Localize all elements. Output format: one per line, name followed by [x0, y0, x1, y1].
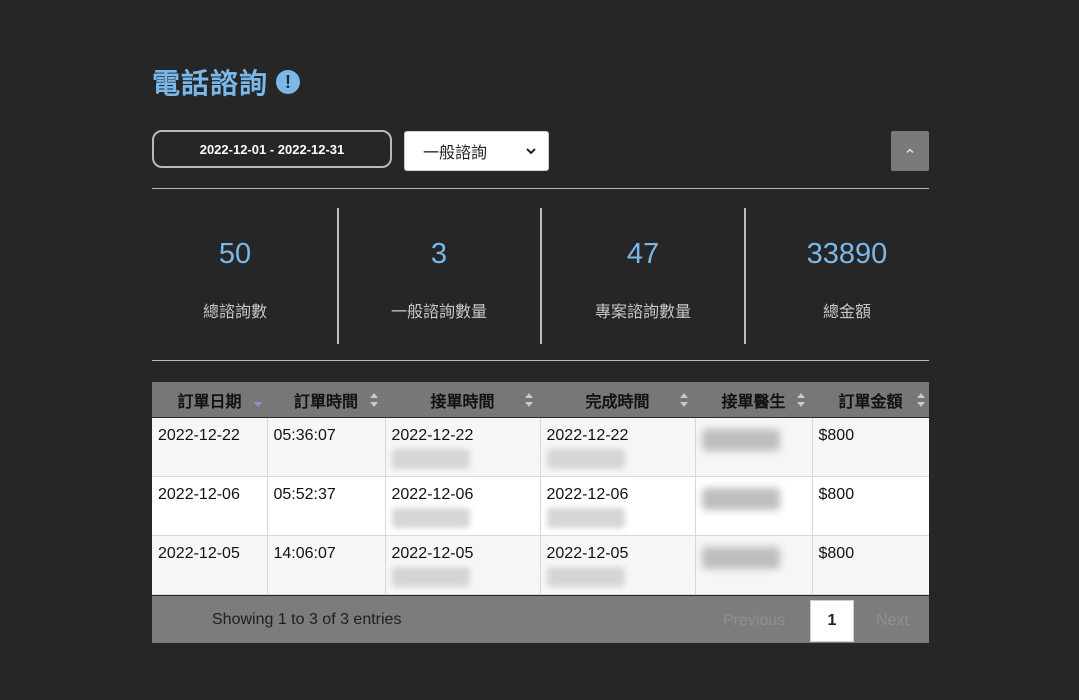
cell-accept-date: 2022-12-06 [391, 486, 474, 503]
column-header-doctor[interactable]: 接單醫生 [695, 382, 812, 418]
cell-amount: $800 [811, 535, 929, 595]
column-header-label: 訂單時間 [293, 393, 358, 411]
cell-complete-time: 2022-12-06 [539, 476, 695, 536]
column-header-order-date[interactable]: 訂單日期 [152, 382, 267, 418]
cell-amount: $800 [811, 417, 929, 477]
column-header-label: 訂單日期 [177, 393, 242, 411]
column-header-label: 接單時間 [430, 393, 495, 411]
cell-accept-time: 2022-12-05 [384, 535, 540, 595]
cell-order-time: 05:36:07 [266, 417, 385, 477]
consult-type-select[interactable]: 一般諮詢 [404, 131, 549, 171]
cell-order-date: 2022-12-22 [152, 417, 267, 477]
sort-icon [917, 393, 925, 407]
stat-label: 總諮詢數 [202, 304, 267, 321]
cell-doctor [694, 476, 812, 536]
stat-divider [337, 208, 339, 344]
stat-total-amount: 33890 總金額 [754, 208, 940, 344]
date-range-picker[interactable]: 2022-12-01 - 2022-12-31 [152, 130, 392, 168]
stat-value: 3 [430, 238, 448, 270]
cell-accept-time: 2022-12-06 [384, 476, 540, 536]
redacted-time [391, 567, 470, 587]
redacted-doctor-name [701, 488, 780, 510]
page-number-button[interactable]: 1 [810, 600, 854, 642]
sort-icon [370, 393, 378, 407]
redacted-time [546, 449, 625, 469]
cell-order-date: 2022-12-06 [152, 476, 267, 536]
cell-complete-time: 2022-12-22 [539, 417, 695, 477]
redacted-time [391, 508, 470, 528]
column-header-label: 完成時間 [585, 393, 650, 411]
sort-icon [680, 393, 688, 407]
info-icon[interactable]: ! [276, 70, 301, 94]
cell-doctor [694, 535, 812, 595]
cell-amount: $800 [811, 476, 929, 536]
entries-info: Showing 1 to 3 of 3 entries [212, 611, 402, 628]
cell-order-time: 14:06:07 [266, 535, 385, 595]
divider-top [152, 188, 929, 189]
redacted-doctor-name [701, 429, 780, 451]
cell-accept-time: 2022-12-22 [384, 417, 540, 477]
column-header-label: 訂單金額 [838, 393, 903, 411]
redacted-time [546, 567, 625, 587]
orders-table: 訂單日期 訂單時間 接單時間 完成時間 接單醫生 訂單金額 2022-12-22… [152, 382, 929, 595]
cell-complete-date: 2022-12-22 [546, 427, 629, 444]
cell-accept-date: 2022-12-05 [391, 545, 474, 562]
stat-value: 47 [626, 238, 660, 270]
sort-icon [525, 393, 533, 407]
collapse-button[interactable] [891, 131, 929, 171]
stat-label: 專案諮詢數量 [594, 304, 691, 321]
cell-doctor [694, 417, 812, 477]
table-footer: Showing 1 to 3 of 3 entries Previous 1 N… [152, 596, 929, 643]
cell-order-date: 2022-12-05 [152, 535, 267, 595]
cell-complete-time: 2022-12-05 [539, 535, 695, 595]
title-row: 電話諮詢 ! [152, 62, 301, 102]
sort-desc-icon [254, 402, 262, 407]
column-header-accept-time[interactable]: 接單時間 [385, 382, 540, 418]
chevron-up-icon [906, 148, 914, 154]
cell-order-time: 05:52:37 [266, 476, 385, 536]
page-title: 電話諮詢 [152, 68, 269, 99]
redacted-time [546, 508, 625, 528]
next-page-button[interactable]: Next [876, 612, 909, 630]
table-row[interactable]: 2022-12-22 05:36:07 2022-12-22 2022-12-2… [152, 417, 929, 477]
column-header-amount[interactable]: 訂單金額 [812, 382, 929, 418]
stat-value: 33890 [806, 238, 888, 270]
previous-page-button[interactable]: Previous [723, 612, 785, 630]
column-header-order-time[interactable]: 訂單時間 [267, 382, 385, 418]
sort-icon [797, 393, 805, 407]
cell-complete-date: 2022-12-06 [546, 486, 629, 503]
cell-accept-date: 2022-12-22 [391, 427, 474, 444]
column-header-complete-time[interactable]: 完成時間 [540, 382, 695, 418]
redacted-time [391, 449, 470, 469]
table-header-row: 訂單日期 訂單時間 接單時間 完成時間 接單醫生 訂單金額 [152, 382, 929, 418]
table-row[interactable]: 2022-12-06 05:52:37 2022-12-06 2022-12-0… [152, 476, 929, 536]
column-header-label: 接單醫生 [721, 393, 786, 411]
table-row[interactable]: 2022-12-05 14:06:07 2022-12-05 2022-12-0… [152, 535, 929, 595]
page: 電話諮詢 ! 2022-12-01 - 2022-12-31 一般諮詢 50 總… [0, 0, 1079, 700]
cell-complete-date: 2022-12-05 [546, 545, 629, 562]
stat-label: 總金額 [822, 304, 871, 321]
redacted-doctor-name [701, 547, 780, 569]
consult-type-select-value: 一般諮詢 [423, 145, 488, 162]
divider-bottom [152, 360, 929, 361]
stat-general-consults: 3 一般諮詢數量 [346, 208, 532, 344]
stat-total-consults: 50 總諮詢數 [142, 208, 328, 344]
stat-divider [540, 208, 542, 344]
chevron-down-icon [526, 148, 536, 155]
stat-label: 一般諮詢數量 [390, 304, 487, 321]
stat-divider [744, 208, 746, 344]
stat-project-consults: 47 專案諮詢數量 [550, 208, 736, 344]
stat-value: 50 [218, 238, 252, 270]
